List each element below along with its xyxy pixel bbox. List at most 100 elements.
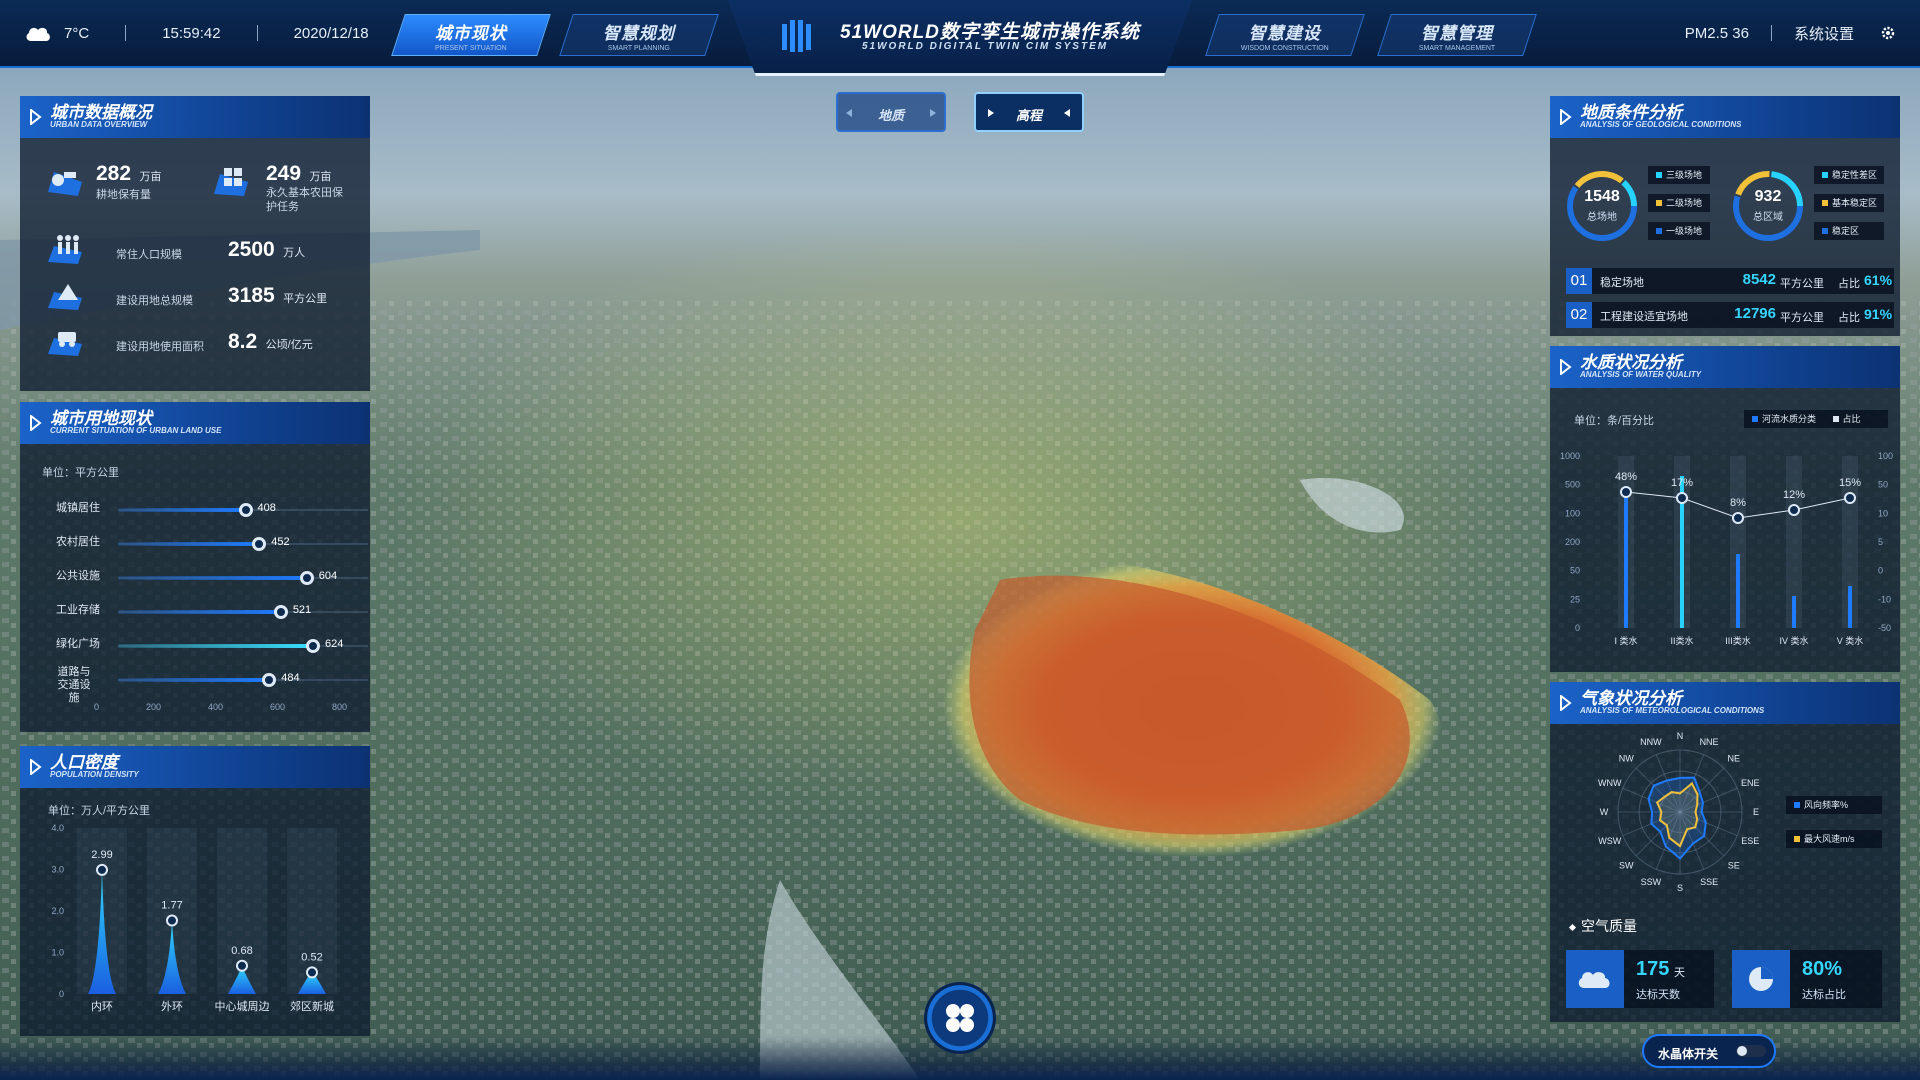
wind-rose-chart: N NNE NE ENE E ESE SE SSE S SSW SW WSW W WNW NW NNW xyxy=(1598,732,1760,892)
bar-marker xyxy=(166,914,178,927)
toggle-switch[interactable] xyxy=(1736,1045,1766,1057)
ratio-label: 15% xyxy=(1839,477,1861,489)
divider xyxy=(125,25,127,41)
left-tick-label: 100 xyxy=(1565,508,1580,518)
ratio-point xyxy=(1788,504,1800,516)
air-days-unit: 天 xyxy=(1674,967,1685,979)
construction-stat: 3185 平方公里 xyxy=(228,284,327,308)
toggle-knob xyxy=(1737,1046,1747,1056)
protect-unit: 万亩 xyxy=(309,171,332,183)
panel-subtitle: ANALYSIS OF GEOLOGICAL CONDITIONS xyxy=(1580,120,1742,129)
efficiency-stat: 8.2 公顷/亿元 xyxy=(228,330,313,354)
legend-swatch xyxy=(1752,416,1758,422)
bar-value: 408 xyxy=(257,502,276,514)
axis-tick: 0 xyxy=(94,702,100,712)
direction-label: ENE xyxy=(1741,778,1760,788)
geology-row: 01 稳定场地 8542 平方公里 占比 61% xyxy=(1566,268,1894,294)
crystal-toggle-label: 水晶体开关 xyxy=(1658,1047,1719,1061)
tab-smart-management[interactable]: 智慧管理 SMART MANAGEMENT xyxy=(1377,14,1537,56)
legend-item: 稳定性差区 xyxy=(1814,166,1884,184)
direction-label: N xyxy=(1677,732,1684,741)
legend-swatch xyxy=(1832,416,1839,422)
legend-swatch xyxy=(1656,200,1662,206)
divider xyxy=(256,25,258,41)
topbar-right: PM2.5 36 系统设置 xyxy=(1685,0,1896,66)
geology-option-label: 地质 xyxy=(877,108,904,123)
site-ring-chart xyxy=(1567,171,1637,241)
ratio-point xyxy=(1620,486,1632,498)
ratio-label: 8% xyxy=(1730,497,1746,509)
panel-subtitle: ANALYSIS OF WATER QUALITY xyxy=(1580,370,1702,379)
title-cn: 51WORLD数字孪生城市操作系统 xyxy=(840,22,1140,43)
row-ratio-label: 占比 xyxy=(1838,312,1860,324)
tab-present-situation[interactable]: 城市现状 PRESENT SITUATION xyxy=(391,14,551,56)
water-bar xyxy=(1792,596,1796,628)
direction-label: SSE xyxy=(1700,877,1718,887)
bar-knob xyxy=(262,673,277,687)
left-tick-label: 500 xyxy=(1565,480,1580,490)
legend-text: 最大风速m/s xyxy=(1804,834,1855,844)
right-tick-label: 50 xyxy=(1878,480,1888,490)
legend-item: 基本稳定区 xyxy=(1814,194,1884,212)
legend-item: 三级场地 xyxy=(1648,166,1710,184)
y-tick-label: 3.0 xyxy=(51,865,64,875)
bar-knob xyxy=(306,639,320,653)
row-value: 8542 xyxy=(1742,271,1776,288)
triangle-right-icon xyxy=(930,109,936,117)
view-toggle-elevation[interactable]: 高程 xyxy=(974,92,1084,132)
efficiency-value: 8.2 xyxy=(228,330,258,353)
bar-track xyxy=(118,503,368,517)
view-toggle-geology[interactable]: 地质 xyxy=(836,92,946,132)
bar-fill xyxy=(118,644,313,648)
category-label: 内环 xyxy=(91,999,113,1013)
triangle-left-icon xyxy=(846,109,852,117)
row-index: 02 xyxy=(1566,302,1592,328)
bar-knob xyxy=(299,571,314,585)
bar-value-label: 0.52 xyxy=(301,951,322,963)
center-menu-button[interactable] xyxy=(924,982,996,1054)
construction-label: 建设用地总规模 xyxy=(116,295,193,307)
play-arrow-icon xyxy=(1560,695,1572,711)
geology-row: 02 工程建设适宜场地 12796 平方公里 占比 91% xyxy=(1566,302,1894,328)
ratio-label: 17% xyxy=(1671,477,1693,489)
farmland-stat: 282 万亩 耕地保有量 xyxy=(96,162,162,202)
air-ratio-stat: 80% 达标占比 xyxy=(1732,950,1882,1008)
water-bar xyxy=(1624,486,1628,628)
bar-knob xyxy=(238,503,253,517)
tab-smart-planning[interactable]: 智慧规划 SMART PLANNING xyxy=(559,14,719,56)
ring2-label: 总区域 xyxy=(1753,212,1783,223)
gear-icon[interactable] xyxy=(1880,25,1896,41)
divider xyxy=(1770,25,1772,41)
direction-label: SE xyxy=(1728,861,1740,871)
direction-label: NE xyxy=(1727,753,1740,763)
landuse-label: 城镇居住 xyxy=(56,502,100,514)
farmland-grid-icon xyxy=(214,168,248,196)
farmland-label: 耕地保有量 xyxy=(96,189,151,201)
legend-text: 风向频率% xyxy=(1804,800,1849,810)
legend-text: 稳定性差区 xyxy=(1832,170,1878,180)
bar-knob xyxy=(252,537,267,551)
landuse-label: 农村居住 xyxy=(56,536,100,548)
tab-label: 智慧建设 xyxy=(1248,23,1321,43)
population-unit: 万人 xyxy=(283,247,306,259)
date: 2020/12/18 xyxy=(293,24,369,42)
tab-wisdom-construction[interactable]: 智慧建设 WISDOM CONSTRUCTION xyxy=(1205,14,1365,56)
construction-value: 3185 xyxy=(228,284,275,307)
y-tick-label: 1.0 xyxy=(51,948,64,958)
landuse-row: 城镇居住 408 xyxy=(40,500,370,520)
axis-tick: 800 xyxy=(332,702,348,712)
bar-fill xyxy=(118,610,281,614)
settings-link[interactable]: 系统设置 xyxy=(1794,23,1854,44)
panel-water-quality: 水质状况分析 ANALYSIS OF WATER QUALITY 单位：条/百分… xyxy=(1550,346,1900,672)
panel-meteorological-conditions: 气象状况分析 ANALYSIS OF METEOROLOGICAL CONDIT… xyxy=(1550,682,1900,1022)
direction-label: W xyxy=(1600,807,1609,817)
crystal-toggle[interactable]: 水晶体开关 xyxy=(1642,1034,1776,1068)
bar-value: 484 xyxy=(281,672,300,684)
ring1-label: 总场地 xyxy=(1587,212,1617,223)
air-days-label: 达标天数 xyxy=(1636,989,1680,1001)
people-icon xyxy=(48,235,82,264)
bar-value-label: 0.68 xyxy=(231,945,252,957)
row-ratio: 91% xyxy=(1864,306,1893,322)
landuse-label: 绿化广场 xyxy=(56,638,100,650)
legend-swatch xyxy=(1794,836,1800,842)
